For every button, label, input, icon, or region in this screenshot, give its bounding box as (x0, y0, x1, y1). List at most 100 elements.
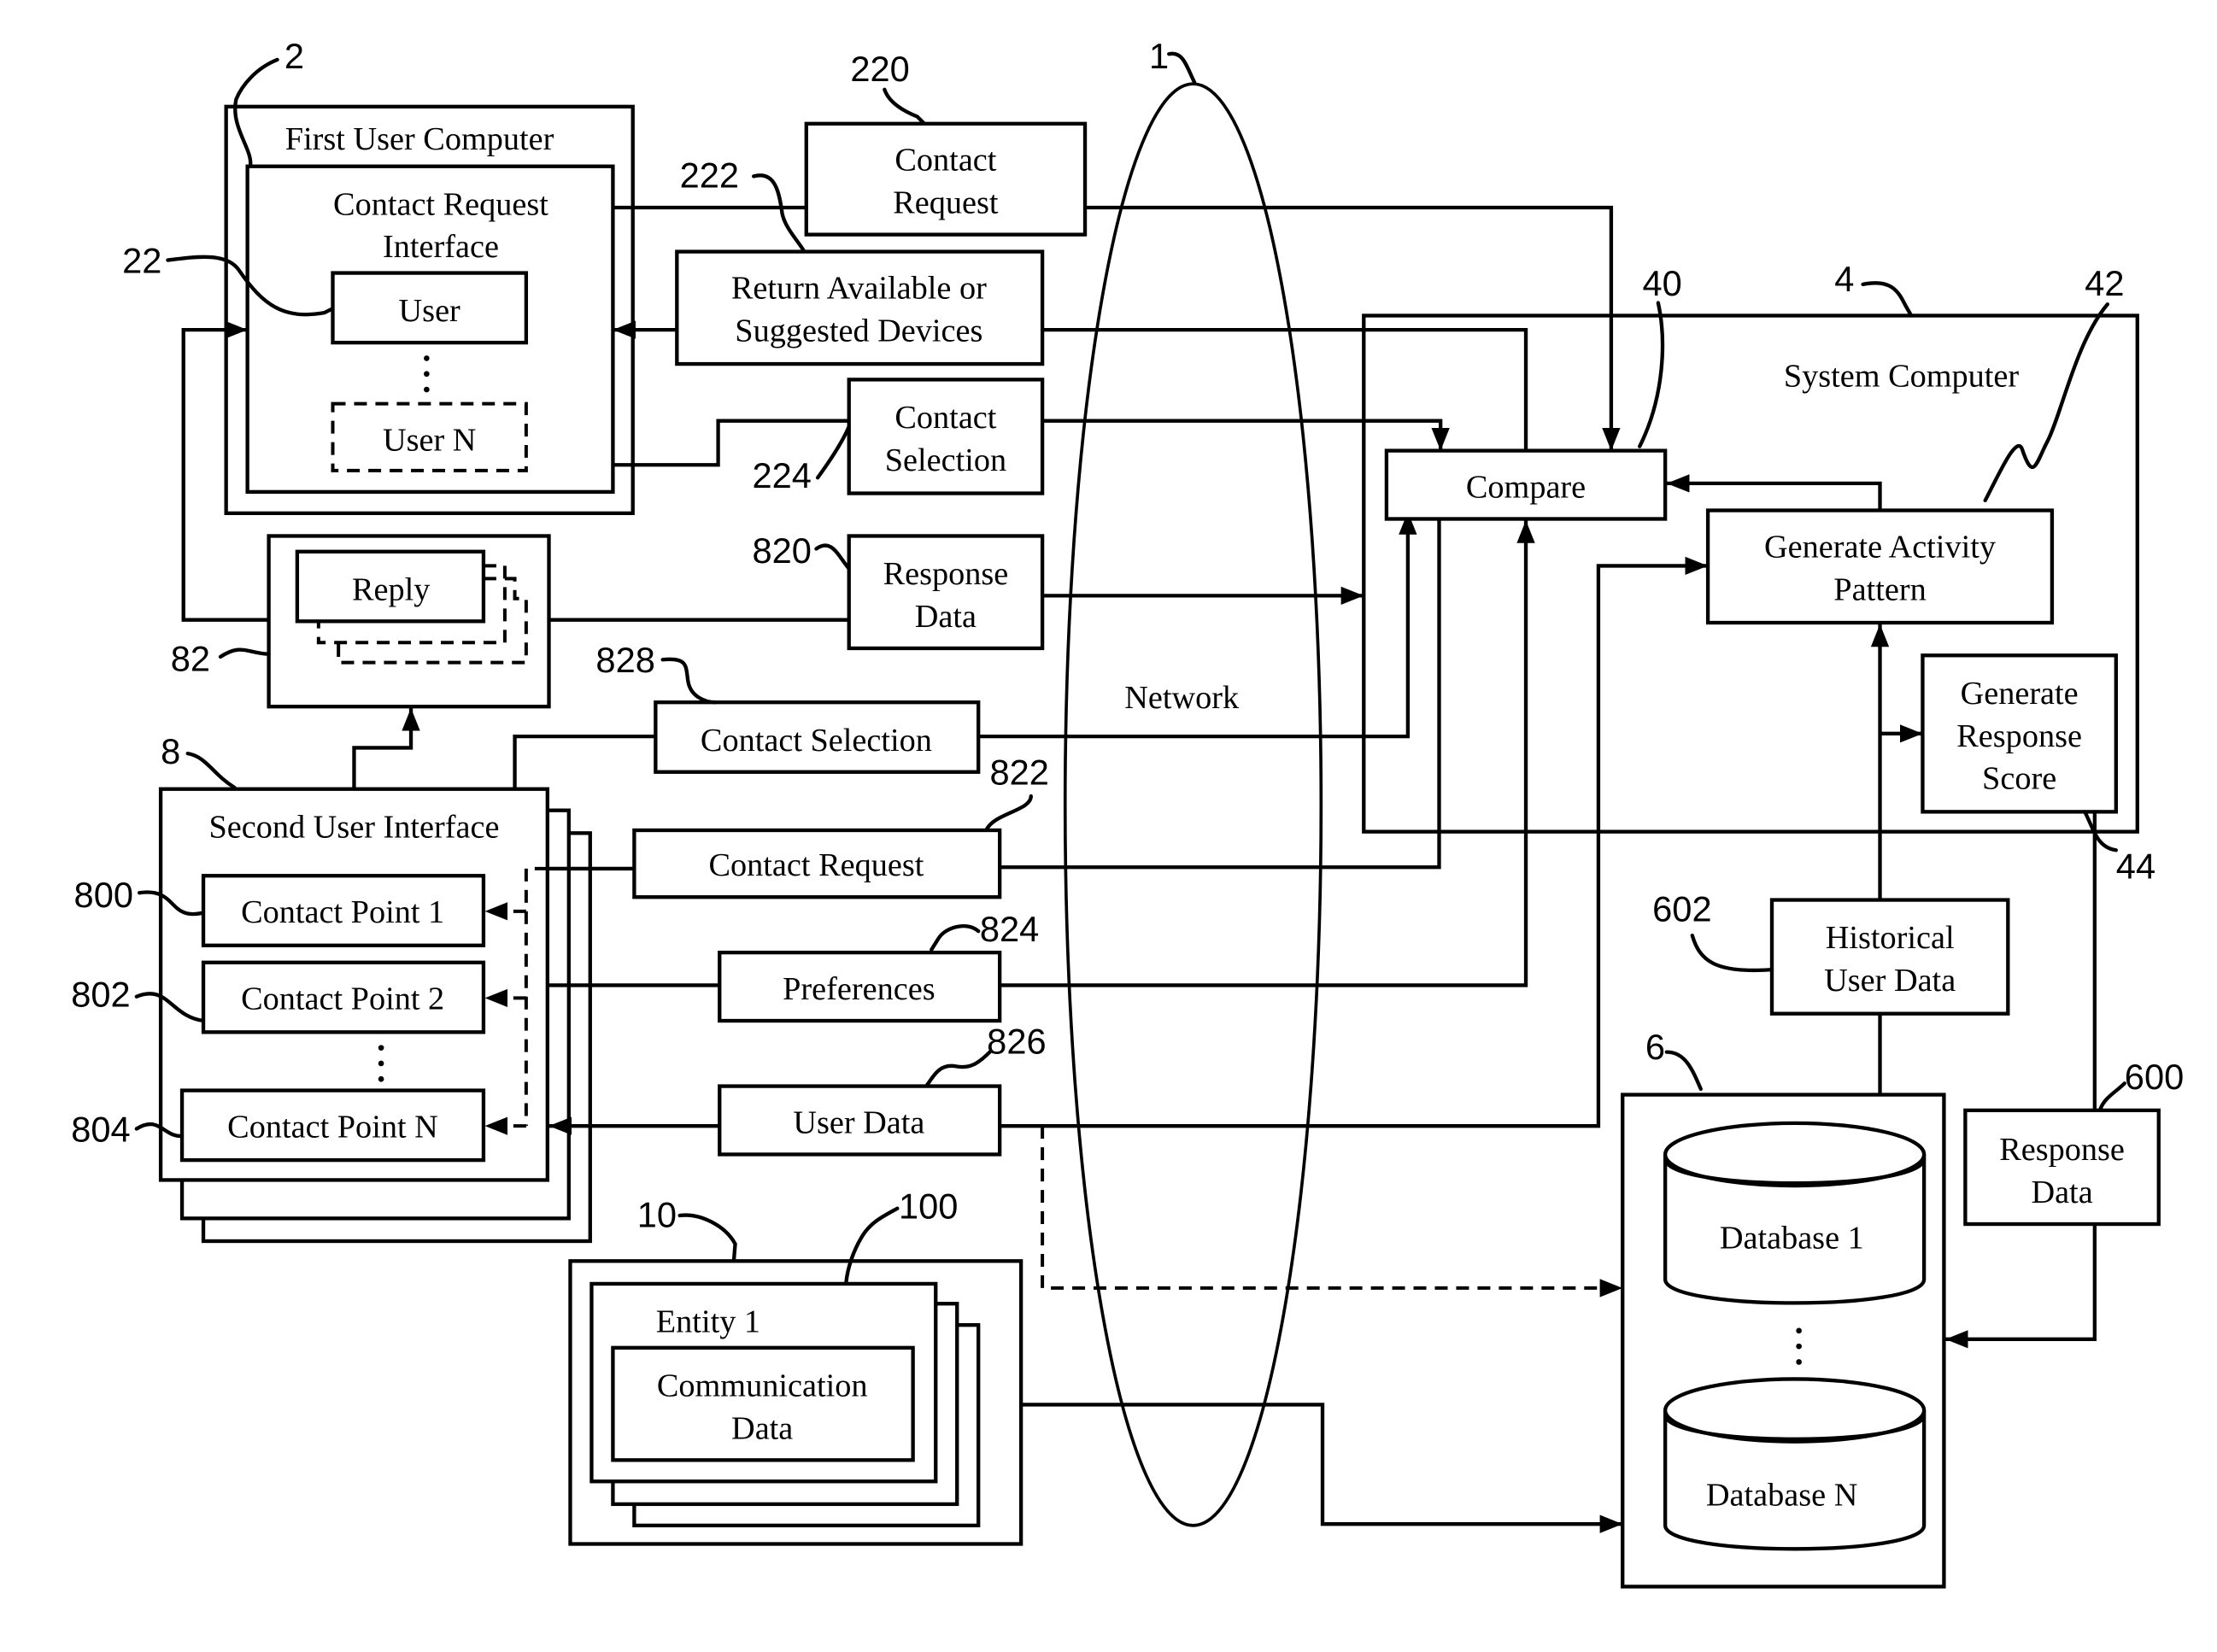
ref-6: 6 (1645, 1027, 1665, 1067)
database-1-cylinder[interactable] (1663, 1121, 1927, 1305)
leader-10 (677, 1213, 737, 1263)
generate-activity-line1: Generate Activity (1764, 529, 1996, 565)
generate-score-line3: Score (1982, 761, 2056, 797)
response-data-820-line1: Response (883, 556, 1009, 592)
ref-804: 804 (71, 1109, 130, 1149)
leader-600 (2098, 1081, 2126, 1111)
generate-activity-line2: Pattern (1833, 571, 1926, 607)
connector-entity-to-db (1021, 1403, 1623, 1533)
ref-8: 8 (161, 731, 180, 771)
leader-42 (1983, 302, 2109, 503)
user-n-label: User N (383, 423, 476, 459)
connector-224-right (1042, 419, 1450, 451)
first-user-computer-title: First User Computer (285, 121, 554, 157)
ref-222: 222 (680, 155, 739, 196)
ref-42: 42 (2085, 263, 2124, 303)
contact-request-220-line1: Contact (894, 143, 996, 179)
communication-data-line2: Data (731, 1410, 793, 1446)
leader-828 (660, 657, 718, 705)
database-n-cylinder[interactable] (1663, 1377, 1927, 1551)
connector-826-right (1000, 556, 1709, 1128)
connector-activity-to-compare (1666, 474, 1882, 511)
ellipsis-dot (378, 1075, 384, 1082)
contact-point-1-label: Contact Point 1 (241, 894, 444, 930)
ref-2: 2 (284, 36, 304, 76)
leader-222 (752, 173, 806, 253)
ref-828: 828 (595, 640, 654, 680)
contact-point-2-label: Contact Point 2 (241, 981, 444, 1017)
network-ellipse (1063, 82, 1323, 1527)
ref-224: 224 (753, 455, 812, 495)
leader-4 (1861, 281, 1914, 318)
ref-602: 602 (1652, 889, 1711, 929)
connector-second-ui-to-reply (352, 707, 420, 789)
ref-600: 600 (2125, 1057, 2184, 1097)
ref-22: 22 (122, 241, 161, 281)
ref-826: 826 (987, 1021, 1046, 1061)
contact-point-n-label: Contact Point N (227, 1109, 438, 1145)
connector-824-right (1000, 520, 1535, 987)
response-data-600-line1: Response (1999, 1132, 2125, 1168)
user-label: User (399, 293, 461, 329)
compare-label: Compare (1466, 470, 1586, 506)
interface-title-2: Interface (383, 229, 499, 265)
contact-selection-224-line1: Contact (894, 400, 996, 436)
contact-selection-224-line2: Selection (885, 442, 1006, 478)
entity-1-title: Entity 1 (656, 1304, 760, 1340)
ref-822: 822 (990, 753, 1049, 793)
ellipsis-dot (378, 1060, 384, 1067)
leader-1 (1167, 51, 1197, 85)
connector-826-to-db-dashed (1041, 1126, 1623, 1298)
connector-828-left (513, 734, 656, 789)
connector-224-left (613, 419, 849, 467)
contact-request-822-label: Contact Request (708, 847, 924, 883)
ref-820: 820 (753, 530, 812, 571)
ellipsis-dot (1796, 1343, 1802, 1350)
ellipsis-dot (424, 355, 430, 361)
connector-222-from-compare (1042, 327, 1528, 451)
ref-100: 100 (899, 1186, 958, 1226)
interface-title-1: Contact Request (333, 186, 548, 222)
ellipsis-dot (424, 386, 430, 393)
reply-label: Reply (352, 571, 430, 607)
leader-8 (185, 751, 237, 790)
leader-820 (814, 543, 851, 571)
second-user-interface-title: Second User Interface (208, 809, 499, 845)
contact-selection-828-label: Contact Selection (701, 723, 932, 759)
database-n-label: Database N (1706, 1478, 1857, 1514)
return-available-line2: Suggested Devices (735, 313, 982, 349)
ref-824: 824 (980, 909, 1039, 949)
leader-82 (218, 647, 271, 659)
ref-44: 44 (2116, 847, 2155, 887)
ref-1: 1 (1149, 36, 1169, 76)
historical-line2: User Data (1824, 963, 1956, 999)
user-data-826-label: User Data (793, 1105, 924, 1141)
ref-10: 10 (637, 1194, 677, 1234)
ref-220: 220 (850, 49, 909, 89)
ellipsis-dot (1796, 1327, 1802, 1334)
database-1-label: Database 1 (1720, 1220, 1864, 1256)
leader-6 (1664, 1050, 1703, 1092)
ref-82: 82 (171, 639, 210, 679)
ellipsis-dot (424, 371, 430, 378)
leader-224 (815, 425, 851, 480)
connector-response-to-db (1945, 1224, 2097, 1349)
contact-request-220-line2: Request (893, 185, 999, 221)
return-available-line1: Return Available or (731, 271, 987, 307)
historical-line1: Historical (1826, 920, 1955, 956)
generate-score-line1: Generate (1961, 676, 2079, 712)
leader-822 (985, 794, 1033, 831)
ref-4: 4 (1834, 259, 1854, 299)
ellipsis-dot (1796, 1359, 1802, 1365)
system-computer-title: System Computer (1784, 359, 2020, 395)
ref-802: 802 (71, 974, 130, 1014)
communication-data-line1: Communication (657, 1368, 868, 1403)
leader-826 (925, 1050, 992, 1087)
leader-824 (930, 924, 981, 952)
ref-800: 800 (74, 875, 133, 915)
ellipsis-dot (378, 1045, 384, 1051)
leader-602 (1690, 933, 1774, 973)
network-label: Network (1124, 680, 1240, 716)
leader-220 (883, 87, 927, 126)
generate-score-line2: Response (1956, 718, 2082, 754)
